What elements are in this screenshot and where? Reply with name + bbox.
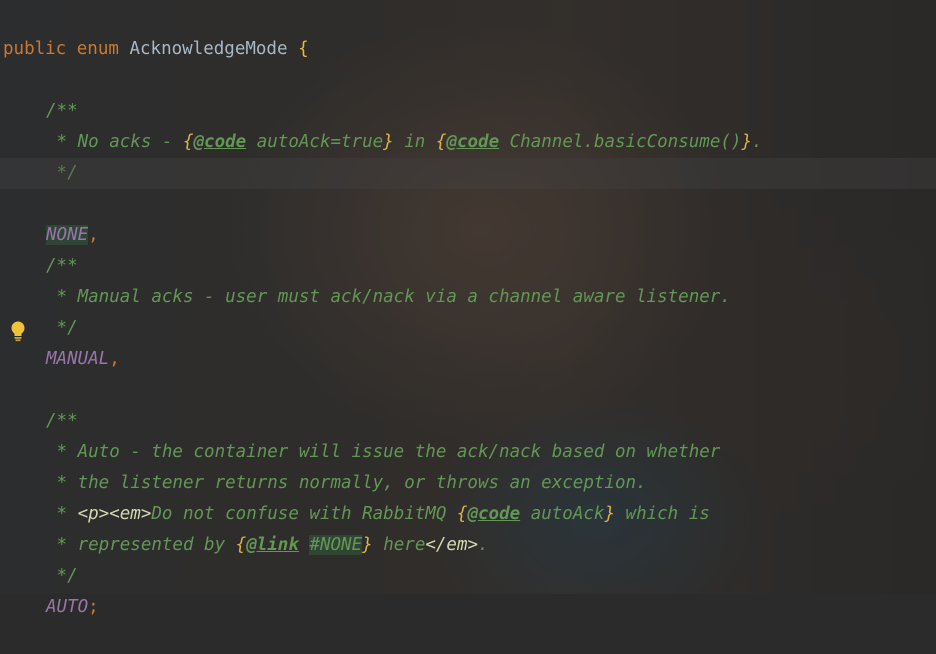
current-line[interactable]: NONE, bbox=[0, 158, 936, 342]
comma: , bbox=[109, 349, 120, 369]
doc-comment-line[interactable]: * represented by {@link #NONE} here</em>… bbox=[0, 499, 936, 555]
doc-comment-line[interactable]: * Manual acks - user must ack/nack via a… bbox=[0, 251, 936, 307]
semicolon: ; bbox=[88, 597, 99, 617]
enum-keyword: enum bbox=[76, 39, 119, 59]
public-keyword: public bbox=[3, 39, 67, 59]
doc-comment-close[interactable]: */ bbox=[0, 282, 936, 338]
doc-comment-close[interactable]: */ bbox=[0, 127, 936, 183]
enum-constant-line[interactable]: MANUAL, bbox=[0, 313, 936, 369]
doc-comment-line[interactable]: * <p><em>Do not confuse with RabbitMQ {@… bbox=[0, 468, 936, 524]
enum-constant-auto[interactable]: AUTO bbox=[46, 597, 88, 617]
doc-comment-open[interactable]: /** bbox=[0, 375, 936, 431]
enum-constant-line[interactable]: AUTO; bbox=[0, 561, 936, 617]
enum-declaration-line[interactable]: public enum AcknowledgeMode { bbox=[0, 3, 936, 59]
code-editor[interactable]: public enum AcknowledgeMode { /** * No a… bbox=[0, 0, 936, 617]
doc-comment-open[interactable]: /** bbox=[0, 65, 936, 121]
enum-constant-manual[interactable]: MANUAL bbox=[46, 349, 109, 369]
doc-comment-open[interactable]: /** bbox=[0, 220, 936, 276]
enum-name[interactable]: AcknowledgeMode bbox=[129, 39, 287, 59]
doc-comment-line[interactable]: * Auto - the container will issue the ac… bbox=[0, 406, 936, 462]
doc-comment-line[interactable]: * the listener returns normally, or thro… bbox=[0, 437, 936, 493]
doc-comment-close[interactable]: */ bbox=[0, 530, 936, 586]
open-brace: { bbox=[298, 39, 309, 59]
doc-comment-line[interactable]: * No acks - {@code autoAck=true} in {@co… bbox=[0, 96, 936, 152]
